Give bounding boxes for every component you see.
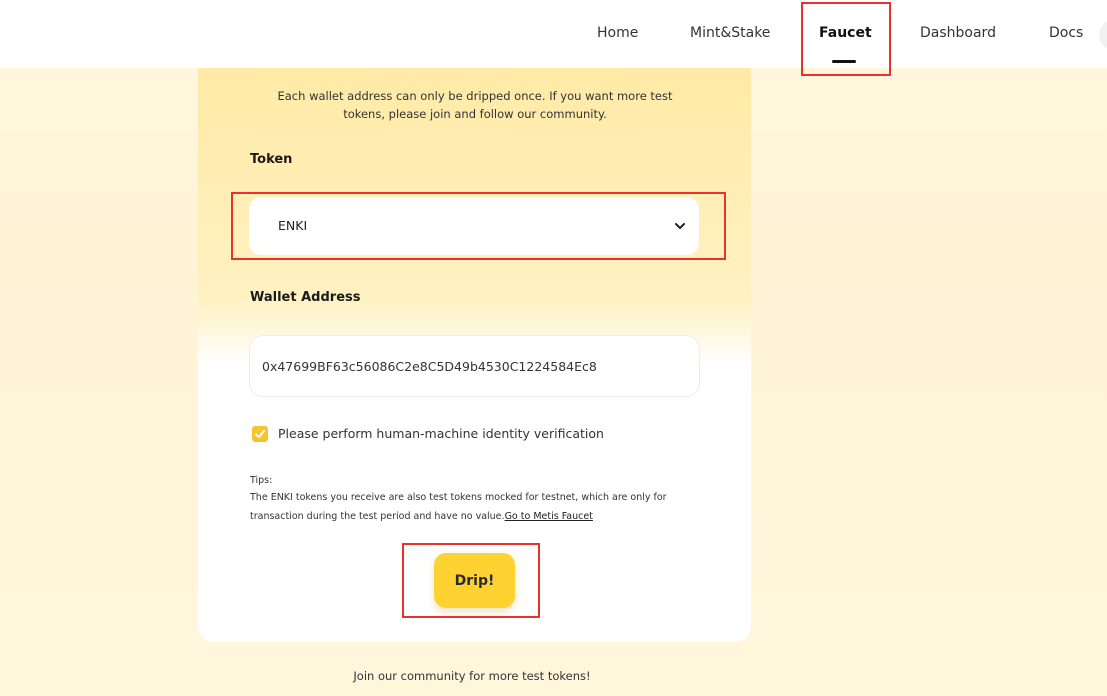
token-select[interactable]: ENKI bbox=[249, 197, 699, 255]
tips-body: The ENKI tokens you receive are also tes… bbox=[250, 492, 667, 522]
tips-block: Tips: The ENKI tokens you receive are al… bbox=[250, 474, 710, 526]
wallet-address-input[interactable] bbox=[249, 335, 700, 397]
checkmark-icon bbox=[255, 430, 265, 438]
token-select-value: ENKI bbox=[278, 218, 308, 233]
nav-mint-stake[interactable]: Mint&Stake bbox=[690, 25, 770, 41]
drip-button[interactable]: Drip! bbox=[434, 553, 515, 608]
verification-checkbox[interactable] bbox=[252, 426, 268, 442]
faucet-intro-text: Each wallet address can only be dripped … bbox=[277, 89, 673, 121]
nav-dashboard[interactable]: Dashboard bbox=[920, 25, 996, 41]
wallet-address-label: Wallet Address bbox=[250, 290, 361, 305]
active-tab-indicator bbox=[832, 60, 856, 63]
chevron-down-icon bbox=[675, 223, 685, 229]
community-text: Join our community for more test tokens! bbox=[353, 669, 591, 683]
nav-home[interactable]: Home bbox=[597, 25, 638, 41]
metis-faucet-link[interactable]: Go to Metis Faucet bbox=[505, 511, 593, 522]
nav-faucet[interactable]: Faucet bbox=[819, 25, 872, 41]
tips-heading: Tips: bbox=[250, 475, 273, 486]
token-label: Token bbox=[250, 152, 293, 167]
verification-label: Please perform human-machine identity ve… bbox=[278, 426, 604, 441]
wallet-avatar[interactable] bbox=[1099, 20, 1107, 50]
nav-docs[interactable]: Docs bbox=[1049, 25, 1083, 41]
top-nav-bar: Home Mint&Stake Faucet Dashboard Docs bbox=[0, 0, 1107, 68]
